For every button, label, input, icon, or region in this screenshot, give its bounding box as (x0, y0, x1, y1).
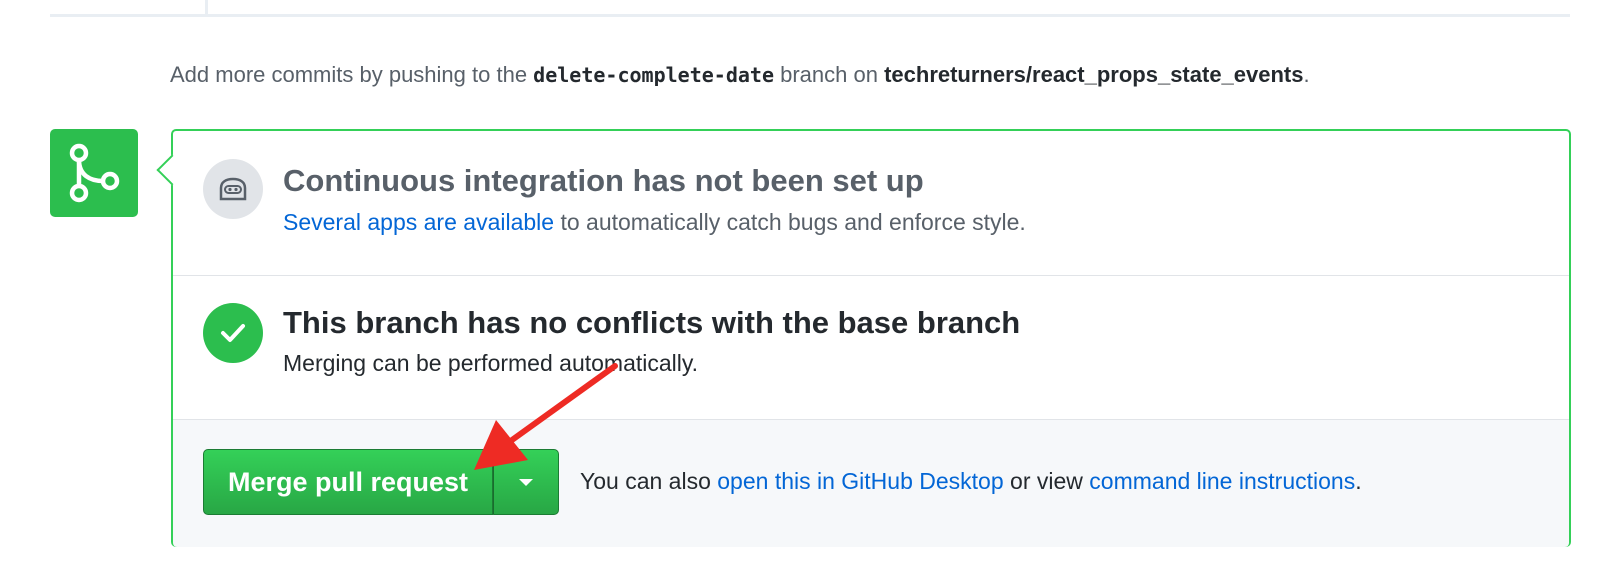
ci-status-description-text: to automatically catch bugs and enforce … (554, 209, 1026, 235)
git-merge-glyph (69, 143, 120, 203)
push-hint-middle: branch on (774, 62, 885, 87)
command-line-instructions-link[interactable]: command line instructions (1089, 468, 1355, 494)
check-glyph (221, 324, 245, 342)
merge-box: Continuous integration has not been set … (156, 129, 1571, 547)
ci-apps-link[interactable]: Several apps are available (283, 209, 554, 235)
merge-alternatives-text: You can also open this in GitHub Desktop… (580, 468, 1362, 495)
timeline-divider (50, 14, 1570, 17)
github-desktop-link[interactable]: open this in GitHub Desktop (717, 468, 1003, 494)
conflict-status-description: Merging can be performed automatically. (283, 350, 699, 376)
triangle-down-icon (519, 478, 534, 486)
ci-status-title: Continuous integration has not been set … (283, 163, 924, 198)
git-merge-icon (50, 129, 138, 217)
merge-alternatives-suffix: . (1355, 468, 1362, 494)
robot-icon (203, 159, 263, 219)
push-hint-suffix: . (1303, 62, 1310, 87)
conflict-status-title: This branch has no conflicts with the ba… (283, 305, 1021, 340)
merge-button-group: Merge pull request (203, 449, 560, 515)
timeline-divider-tick (205, 0, 208, 16)
merge-alternatives-middle: or view (1003, 468, 1090, 494)
push-hint-prefix: Add more commits by pushing to the (170, 62, 534, 87)
push-hint: Add more commits by pushing to the delet… (170, 62, 1310, 88)
merge-method-dropdown-button[interactable] (493, 449, 560, 515)
merge-alternatives-prefix: You can also (580, 468, 718, 494)
merge-actions-section: Merge pull request You can also open thi… (173, 420, 1569, 547)
conflict-status-section: This branch has no conflicts with the ba… (173, 276, 1569, 420)
branch-name: delete-complete-date (533, 63, 774, 87)
merge-pull-request-button[interactable]: Merge pull request (203, 449, 494, 515)
repo-name: techreturners/react_props_state_events (884, 62, 1304, 87)
robot-glyph (219, 177, 247, 201)
ci-status-description: Several apps are available to automatica… (283, 209, 1026, 236)
check-icon (203, 303, 263, 363)
ci-status-section: Continuous integration has not been set … (173, 131, 1569, 276)
